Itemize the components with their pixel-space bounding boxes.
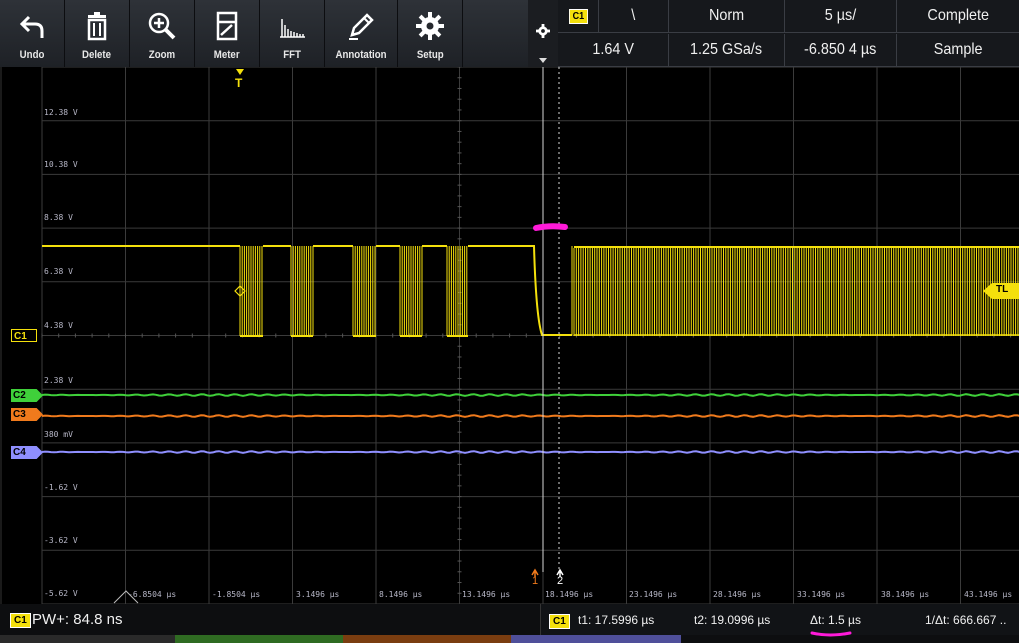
channel-marker-c2[interactable]: C2: [11, 389, 43, 402]
pencil-icon: [349, 13, 374, 40]
time-label: 28.1496 µs: [713, 590, 762, 599]
trigger-edge-icon: \: [631, 7, 636, 24]
pink-underline-annotation: [810, 631, 852, 637]
horizontal-delay: -6.850 4 µs: [804, 41, 877, 58]
status-panel: C1 \ Norm 5 µs/ Complete 1.64 V 1.25 GSa…: [558, 0, 1019, 67]
time-label: -1.8504 µs: [212, 590, 261, 599]
channel-marker-c3[interactable]: C3: [11, 408, 43, 421]
timebase-cell[interactable]: 5 µs/: [785, 0, 897, 33]
setup-button[interactable]: Setup: [398, 0, 463, 67]
time-label: 43.1496 µs: [964, 590, 1013, 599]
volt-label: 8.38 V: [44, 213, 73, 222]
channel-tab-strip: [0, 635, 175, 643]
meter-label: Meter: [214, 49, 240, 61]
c3-waveform: [41, 414, 1019, 418]
waveform-grid[interactable]: T TL 1 2 C1 C2 C3 C4 12.38 V 10.38 V 8.3…: [0, 67, 1019, 604]
acquisition-mode: Sample: [933, 41, 983, 58]
delete-button[interactable]: Delete: [65, 0, 130, 67]
quick-settings-button[interactable]: [528, 0, 558, 67]
setup-label: Setup: [416, 49, 444, 61]
fft-button[interactable]: FFT: [260, 0, 325, 67]
channel-marker-c4[interactable]: C4: [11, 446, 43, 459]
trash-icon: [87, 12, 107, 41]
grid-canvas: [41, 67, 1019, 604]
volt-label: 4.38 V: [44, 321, 73, 330]
cursor-channel-badge: C1: [549, 614, 570, 629]
zoom-in-icon: [148, 12, 176, 40]
sample-rate-cell[interactable]: 1.25 GSa/s: [669, 34, 785, 67]
cursor-t1-value: t1: 17.5996 µs: [578, 613, 655, 627]
time-label: 33.1496 µs: [797, 590, 846, 599]
zoom-button[interactable]: Zoom: [130, 0, 195, 67]
time-label: 3.1496 µs: [296, 590, 340, 599]
acquisition-state: Complete: [927, 7, 989, 24]
volt-label: 2.38 V: [44, 376, 73, 385]
c4-waveform: [41, 450, 1019, 454]
volt-label: 380 mV: [44, 430, 73, 439]
undo-icon: [19, 15, 44, 38]
c2-waveform: [41, 393, 1019, 397]
delay-cell[interactable]: -6.850 4 µs: [785, 34, 897, 67]
trigger-level-tag-label: TL: [996, 284, 1009, 295]
channel-tab-strip: [511, 635, 681, 643]
cursor-t2-value: t2: 19.0996 µs: [694, 613, 771, 627]
pink-annotation-mark: [533, 223, 568, 231]
small-gear-icon: [536, 24, 550, 38]
time-label: 18.1496 µs: [545, 590, 594, 599]
timebase: 5 µs/: [824, 7, 857, 24]
trigger-position-arrow[interactable]: [236, 69, 244, 75]
cursor-1-label: 1: [532, 575, 539, 587]
channel-tab-strip: [175, 635, 343, 643]
trigger-edge-cell[interactable]: \: [599, 0, 669, 33]
pulse-width-measurement[interactable]: PW+: 84.8 ns: [32, 611, 122, 628]
time-label: 23.1496 µs: [629, 590, 678, 599]
zoom-label: Zoom: [148, 49, 176, 61]
volt-label: 6.38 V: [44, 267, 73, 276]
volt-label: -1.62 V: [44, 483, 78, 492]
cursor-delta-t-value: Δt: 1.5 µs: [810, 613, 861, 627]
meter-icon: [216, 11, 238, 41]
fft-spectrum-icon: [280, 19, 305, 38]
time-label: 13.1496 µs: [462, 590, 511, 599]
annotation-button[interactable]: Annotation: [325, 0, 398, 67]
measure-channel-badge: C1: [10, 613, 31, 628]
caret-down-icon: [539, 58, 547, 63]
trigger-mode-cell[interactable]: Norm: [669, 0, 785, 33]
time-label: 8.1496 µs: [379, 590, 423, 599]
gear-icon: [416, 12, 444, 40]
acquisition-state-cell[interactable]: Complete: [897, 0, 1019, 33]
trigger-mode: Norm: [708, 7, 745, 24]
meter-button[interactable]: Meter: [195, 0, 260, 67]
acquisition-mode-cell[interactable]: Sample: [897, 34, 1019, 67]
trigger-marker-label: T: [235, 76, 243, 90]
sample-rate: 1.25 GSa/s: [690, 41, 763, 58]
trigger-source-badge: C1: [568, 8, 588, 24]
annotation-label: Annotation: [335, 49, 387, 61]
trigger-level-cell[interactable]: 1.64 V: [558, 34, 669, 67]
time-label: 38.1496 µs: [881, 590, 930, 599]
delete-label: Delete: [82, 49, 112, 61]
fft-label: FFT: [283, 49, 301, 61]
volt-label: 10.38 V: [44, 160, 78, 169]
cursor-inverse-delta-t-value: 1/Δt: 666.667 ..: [925, 613, 1007, 627]
channel-marker-c1[interactable]: C1: [11, 329, 37, 342]
time-label: -6.8504 µs: [128, 590, 177, 599]
volt-label: 12.38 V: [44, 108, 78, 117]
toolbar: Undo Delete Zoom Meter FFT Annotation Se…: [0, 0, 528, 67]
volt-label: -5.62 V: [44, 589, 78, 598]
channel-tab-strip: [343, 635, 511, 643]
undo-button[interactable]: Undo: [0, 0, 65, 67]
trigger-source-cell[interactable]: C1: [558, 0, 599, 33]
volt-label: -3.62 V: [44, 536, 78, 545]
c1-waveform: [42, 245, 1019, 337]
undo-label: Undo: [19, 49, 45, 61]
trigger-level: 1.64 V: [592, 41, 634, 58]
cursor-2-label: 2: [557, 575, 564, 587]
